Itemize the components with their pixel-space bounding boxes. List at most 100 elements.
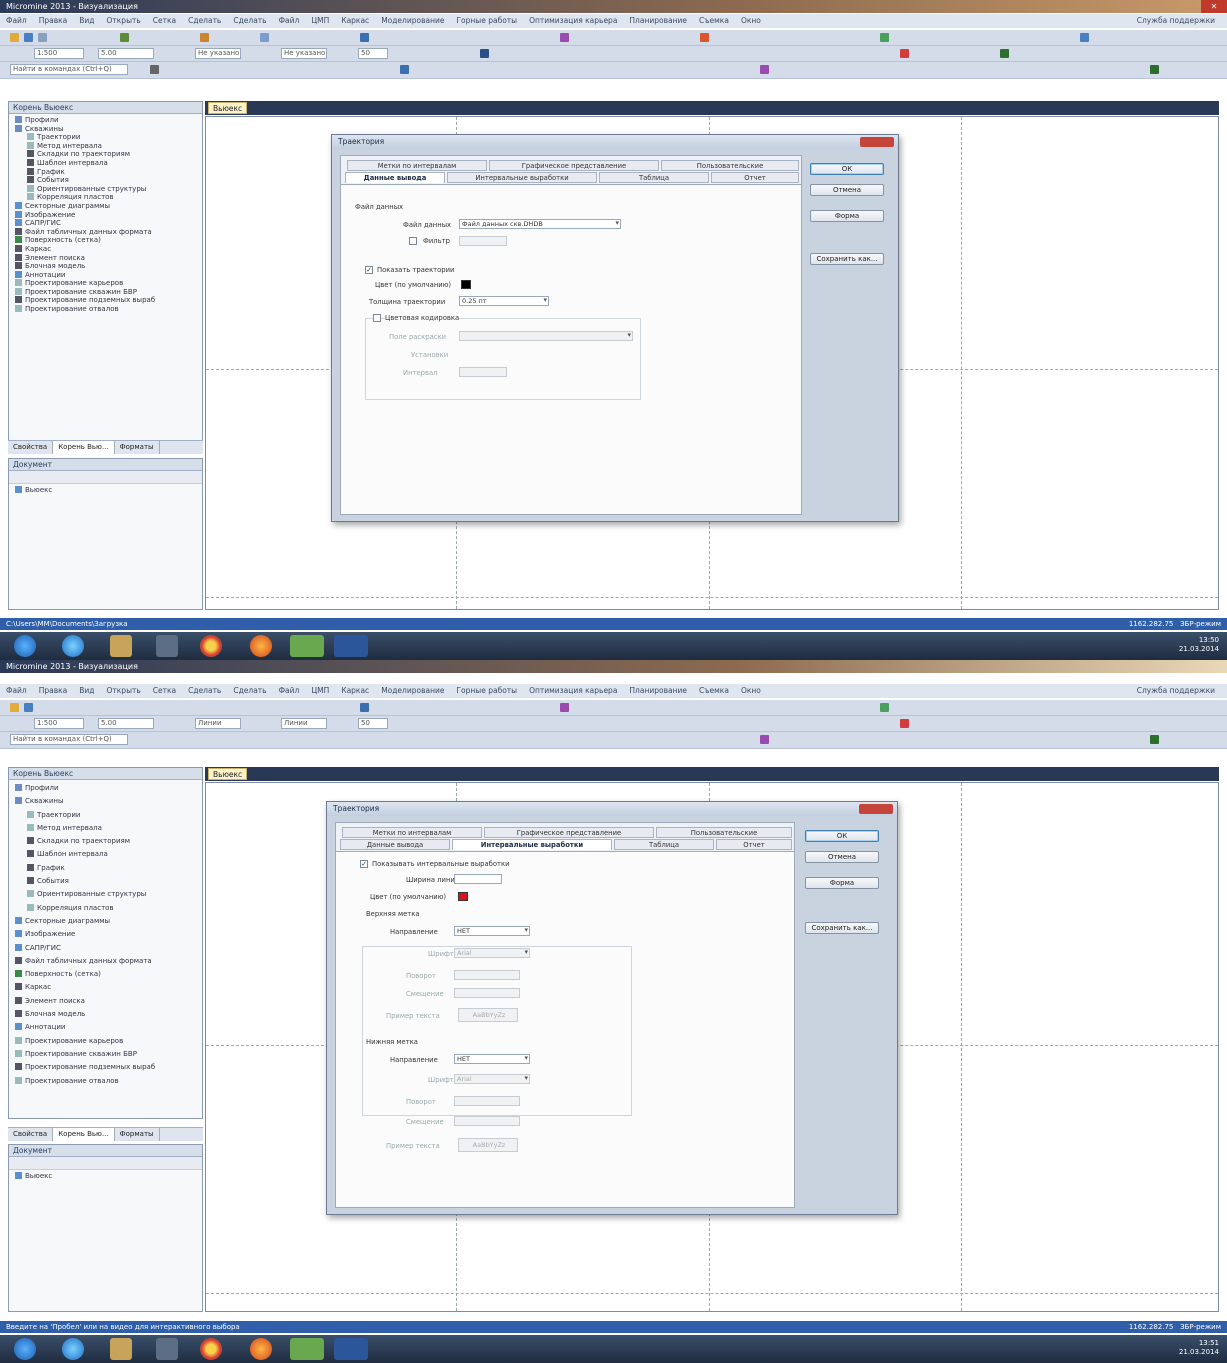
document-tab-vizex[interactable]: Вьюекс	[208, 102, 248, 114]
help-icon[interactable]	[1080, 33, 1089, 42]
filter-icon[interactable]	[700, 33, 709, 42]
step-field[interactable]: 5.00	[98, 718, 154, 729]
tree-item[interactable]: Блочная модель	[15, 1008, 200, 1021]
command-search-input[interactable]: Найти в командах (Ctrl+Q)	[10, 64, 128, 75]
tree-item[interactable]: Профили	[15, 782, 200, 795]
tree-item[interactable]: Проектирование скважин БВР	[15, 287, 200, 297]
menu-item[interactable]: Файл	[273, 684, 306, 698]
tree-item[interactable]: Файл табличных данных формата	[15, 955, 200, 968]
tab-vizex-root[interactable]: Корень Вью...	[53, 441, 115, 454]
tab-output-data[interactable]: Данные вывода	[340, 839, 450, 850]
undo-icon[interactable]	[38, 33, 47, 42]
save-as-button[interactable]: Сохранить как...	[810, 253, 884, 265]
tree-item[interactable]: Секторные диаграммы	[15, 201, 200, 211]
tree-item[interactable]: САПР/ГИС	[15, 942, 200, 955]
coloring-checkbox[interactable]	[373, 314, 381, 322]
text-icon[interactable]	[760, 735, 769, 744]
step-field[interactable]: 5.00	[98, 48, 154, 59]
tree-item[interactable]: События	[15, 176, 200, 185]
tree-item[interactable]: График	[15, 167, 200, 177]
micromine-taskbar-button[interactable]	[290, 635, 324, 657]
lower-font-select[interactable]: Arial	[454, 1074, 530, 1084]
extra-icon[interactable]	[1150, 735, 1159, 744]
menu-item[interactable]: Вид	[73, 14, 100, 28]
explorer-icon[interactable]	[110, 635, 132, 657]
upper-offset-field[interactable]	[454, 988, 520, 998]
tree-item[interactable]: Шаблон интервала	[15, 848, 200, 861]
tree-item[interactable]: Поверхность (сетка)	[15, 968, 200, 981]
menu-item[interactable]: Файл	[273, 14, 306, 28]
micromine-taskbar-button[interactable]	[290, 1338, 324, 1360]
style-field-2[interactable]: Линии	[281, 718, 327, 729]
line-width-number[interactable]	[454, 874, 502, 884]
open-icon[interactable]	[10, 703, 19, 712]
tree-item[interactable]: Поверхность (сетка)	[15, 236, 200, 245]
menu-item[interactable]: Сделать	[227, 14, 272, 28]
ok-button[interactable]: ОК	[810, 163, 884, 175]
tree-item[interactable]: Элемент поиска	[15, 253, 200, 263]
explorer-icon[interactable]	[110, 1338, 132, 1360]
menu-item[interactable]: Правка	[33, 684, 74, 698]
save-icon[interactable]	[24, 33, 33, 42]
tree-item[interactable]: Траектории	[15, 133, 200, 142]
tab-properties[interactable]: Свойства	[8, 1128, 54, 1141]
menu-item[interactable]: Оптимизация карьера	[523, 14, 623, 28]
filter-number[interactable]	[459, 236, 507, 246]
upper-sample-button[interactable]: AaBbYyZz	[458, 1008, 518, 1022]
tab-interval-workings[interactable]: Интервальные выработки	[452, 839, 612, 850]
color-icon[interactable]	[1000, 49, 1009, 58]
tab-table[interactable]: Таблица	[599, 172, 709, 183]
system-clock[interactable]: 13:51 21.03.2014	[1179, 1339, 1219, 1357]
open-icon[interactable]	[10, 33, 19, 42]
tree-item[interactable]: События	[15, 875, 200, 888]
width-field[interactable]: 50	[358, 48, 388, 59]
tab-custom[interactable]: Пользовательские	[656, 827, 792, 838]
tree-item[interactable]: Проектирование скважин БВР	[15, 1048, 200, 1061]
trajectory-color-swatch[interactable]	[461, 280, 471, 289]
tree-item[interactable]: Каркас	[15, 244, 200, 254]
document-tab-vizex[interactable]: Вьюекс	[208, 768, 248, 780]
menu-item[interactable]: Файл	[0, 684, 33, 698]
firefox-icon[interactable]	[250, 635, 272, 657]
draw-icon[interactable]	[560, 33, 569, 42]
cancel-button[interactable]: Отмена	[805, 851, 879, 863]
tree-item[interactable]: Ориентированные структуры	[15, 888, 200, 901]
extra-icon[interactable]	[1150, 65, 1159, 74]
grid-icon[interactable]	[880, 33, 889, 42]
upper-direction-select[interactable]: НЕТ	[454, 926, 530, 936]
menu-item[interactable]: Сделать	[182, 684, 227, 698]
pan-icon[interactable]	[480, 49, 489, 58]
tree-item[interactable]: Ориентированные структуры	[15, 184, 200, 194]
rotate-icon[interactable]	[360, 703, 369, 712]
tab-labels[interactable]: Метки по интервалам	[347, 160, 487, 171]
filter-checkbox[interactable]	[409, 237, 417, 245]
dialog-close-button[interactable]	[860, 137, 894, 147]
support-link[interactable]: Служба поддержки	[1131, 684, 1221, 698]
grid-icon[interactable]	[880, 703, 889, 712]
menu-item[interactable]: ЦМП	[305, 684, 335, 698]
tree-item[interactable]: Проектирование подземных выраб	[15, 296, 200, 305]
text-icon[interactable]	[760, 65, 769, 74]
tab-forms[interactable]: Форматы	[115, 441, 160, 454]
support-link[interactable]: Служба поддержки	[1131, 14, 1221, 28]
word-taskbar-button[interactable]	[334, 1338, 368, 1360]
menu-item[interactable]: Сетка	[147, 14, 182, 28]
tab-vizex-root[interactable]: Корень Вью...	[53, 1128, 115, 1141]
menu-item[interactable]: Открыть	[101, 684, 147, 698]
tree-item[interactable]: Корреляция пластов	[15, 193, 200, 202]
menu-item[interactable]: Горные работы	[450, 14, 523, 28]
command-search-input[interactable]: Найти в командах (Ctrl+Q)	[10, 734, 128, 745]
menu-item[interactable]: Съемка	[693, 684, 735, 698]
cancel-button[interactable]: Отмена	[810, 184, 884, 196]
scale-field[interactable]: 1:500	[34, 718, 84, 729]
chrome-icon[interactable]	[200, 635, 222, 657]
stop-icon[interactable]	[900, 49, 909, 58]
system-clock[interactable]: 13:50 21.03.2014	[1179, 636, 1219, 654]
tree-item[interactable]: Аннотации	[15, 1021, 200, 1034]
menu-item[interactable]: Открыть	[101, 14, 147, 28]
tree-item[interactable]: Элемент поиска	[15, 995, 200, 1008]
menu-item[interactable]: Каркас	[335, 684, 375, 698]
data-file-select[interactable]: Файл данных скв.DHDB	[459, 219, 621, 229]
tree-item[interactable]: Корреляция пластов	[15, 902, 200, 915]
document-item[interactable]: Вьюекс	[15, 1172, 200, 1181]
